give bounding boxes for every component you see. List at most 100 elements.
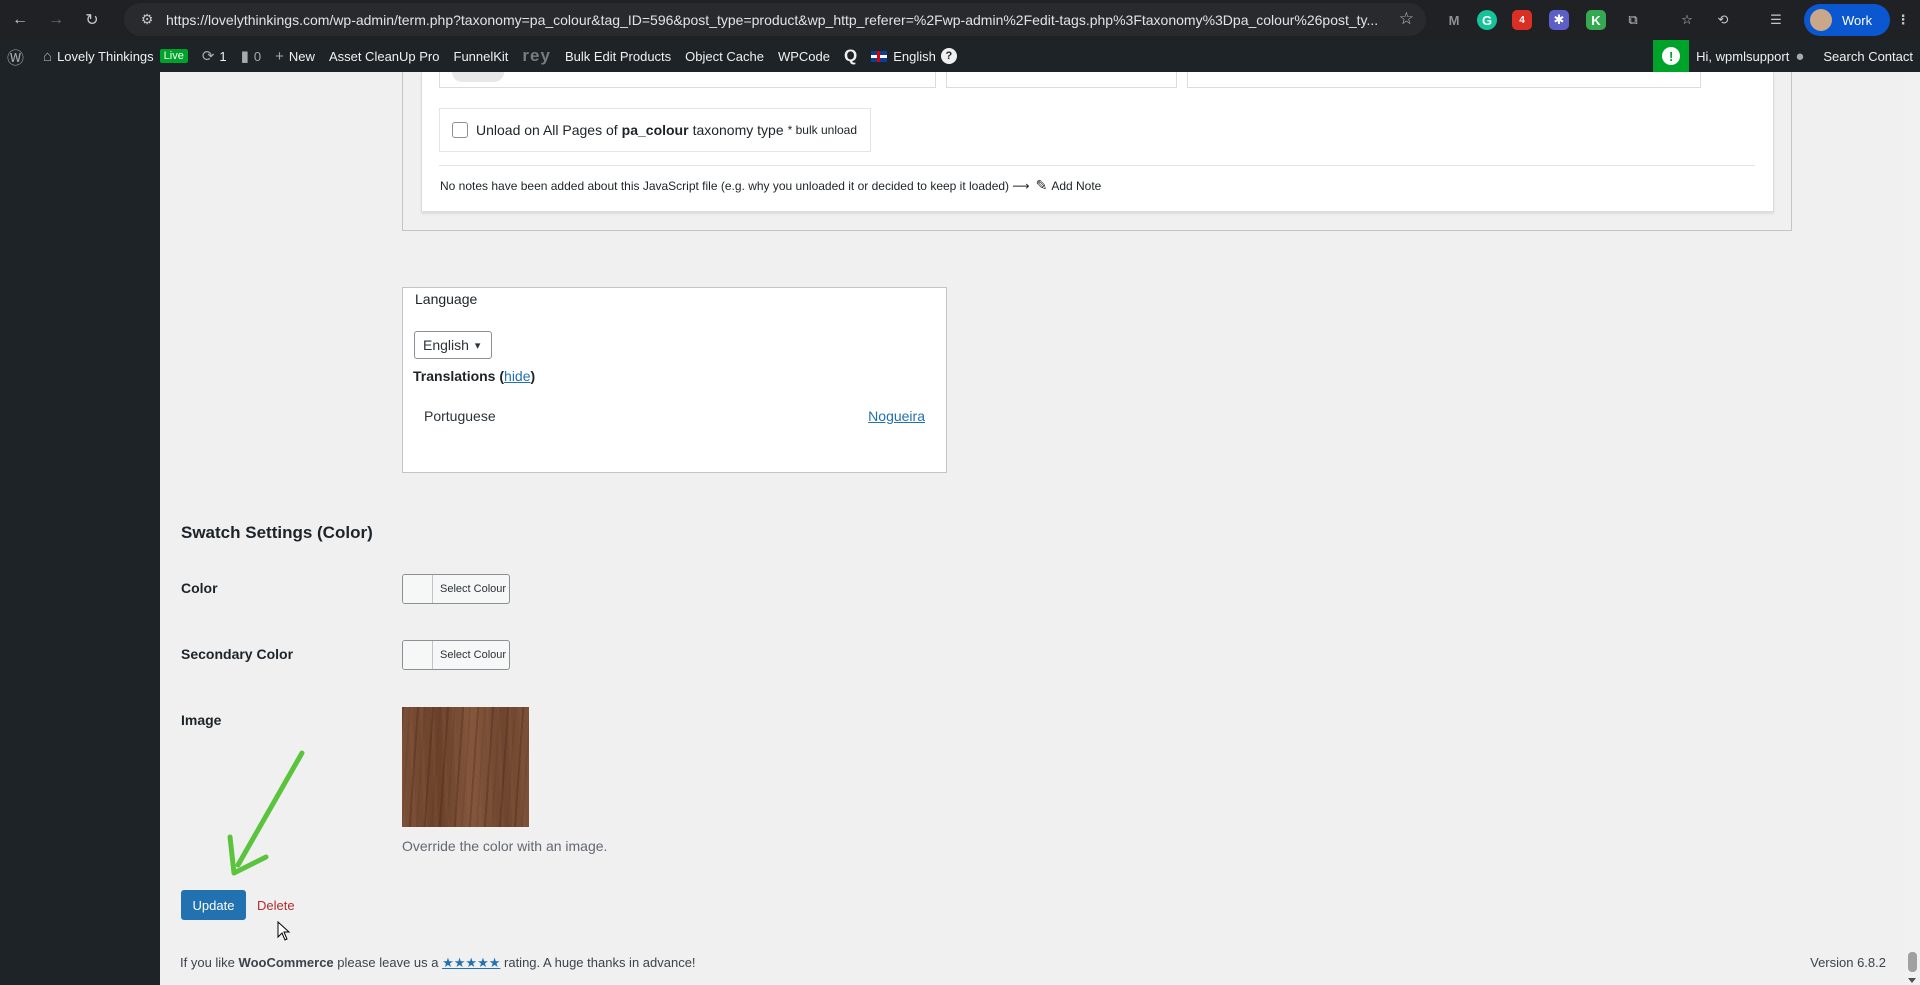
account-menu[interactable]: Hi, wpmlsupport ● bbox=[1689, 40, 1816, 72]
update-button[interactable]: Update bbox=[181, 890, 246, 920]
extensions-puzzle-icon[interactable]: ⧉ bbox=[1620, 7, 1646, 33]
bulk-unload-suffix: taxonomy type bbox=[692, 122, 784, 138]
extension-gear-icon[interactable]: ✱ bbox=[1549, 10, 1569, 30]
swatch-image-wood[interactable] bbox=[402, 707, 529, 827]
profile-chip[interactable]: Work bbox=[1804, 4, 1890, 36]
site-name-menu[interactable]: ⌂ Lovely Thinkings Live bbox=[36, 40, 195, 72]
grammarly-icon[interactable]: G bbox=[1477, 10, 1497, 30]
scroll-down-arrow-icon[interactable] bbox=[1908, 978, 1916, 983]
scrollbar-thumb[interactable] bbox=[1908, 952, 1917, 972]
annotation-arrow bbox=[227, 750, 305, 876]
asset-notes: No notes have been added about this Java… bbox=[440, 177, 1101, 194]
color-swatch-preview bbox=[403, 575, 433, 603]
select-colour-label: Select Colour bbox=[440, 649, 507, 661]
image-help-text: Override the color with an image. bbox=[402, 838, 608, 854]
extension-k-icon[interactable]: K bbox=[1586, 10, 1606, 30]
footer-prefix: If you like bbox=[180, 955, 235, 970]
mouse-cursor-icon bbox=[277, 921, 291, 941]
comments-count: 0 bbox=[253, 48, 262, 64]
uk-flag-icon bbox=[871, 50, 888, 62]
delete-link[interactable]: Delete bbox=[257, 898, 295, 913]
updates-icon: ⟳ bbox=[201, 48, 215, 65]
select-colour-label: Select Colour bbox=[440, 583, 507, 595]
new-content-menu[interactable]: + New bbox=[268, 40, 322, 72]
edit-note-icon[interactable]: ✎ bbox=[1036, 177, 1048, 194]
chevron-down-icon: ▾ bbox=[474, 339, 481, 352]
translations-text: Translations bbox=[413, 368, 496, 384]
rey-menu[interactable]: rey bbox=[515, 40, 558, 72]
color-label: Color bbox=[181, 580, 218, 596]
wp-version: Version 6.8.2 bbox=[1810, 955, 1886, 970]
avatar bbox=[1810, 9, 1832, 31]
extension-m-icon[interactable]: M bbox=[1441, 7, 1467, 33]
plus-icon: + bbox=[275, 47, 284, 65]
language-switcher[interactable]: English ? bbox=[864, 40, 964, 72]
hide-translations-link[interactable]: hide bbox=[504, 368, 530, 384]
footer-suffix: rating. A huge thanks in advance! bbox=[504, 955, 696, 970]
comments-menu[interactable]: ▮ 0 bbox=[234, 40, 269, 72]
reading-list-icon[interactable]: ☰ bbox=[1763, 7, 1789, 33]
browser-menu-icon[interactable]: ⋮ bbox=[1890, 7, 1916, 33]
asset-option-cell bbox=[1187, 72, 1701, 88]
bulk-unload-checkbox[interactable] bbox=[452, 122, 468, 138]
rating-stars-link[interactable]: ★★★★★ bbox=[442, 955, 500, 970]
wordpress-logo-icon[interactable]: Ⓦ bbox=[0, 40, 36, 72]
query-monitor-icon[interactable]: Q bbox=[837, 40, 864, 72]
image-label: Image bbox=[181, 712, 222, 728]
bookmarks-icon[interactable]: ☆ bbox=[1674, 7, 1700, 33]
color-picker-button[interactable]: Select Colour bbox=[402, 574, 510, 604]
greeting: Hi, wpmlsupport bbox=[1696, 48, 1790, 64]
add-note-link[interactable]: Add Note bbox=[1051, 179, 1101, 193]
updates-menu[interactable]: ⟳ 1 bbox=[195, 40, 234, 72]
object-cache-menu[interactable]: Object Cache bbox=[678, 40, 771, 72]
language-metabox: Language English ▾ Translations (hide) P… bbox=[402, 287, 947, 473]
help-icon: ? bbox=[940, 48, 957, 64]
extension-badge: 4 bbox=[1519, 14, 1525, 26]
user-icon: ● bbox=[1795, 47, 1805, 65]
wpcode-menu[interactable]: WPCode bbox=[771, 40, 837, 72]
admin-sidebar bbox=[0, 72, 160, 985]
footer-middle: please leave us a bbox=[337, 955, 439, 970]
updates-count: 1 bbox=[219, 48, 227, 64]
profile-label: Work bbox=[1842, 12, 1873, 28]
language-select-value: English bbox=[423, 337, 469, 353]
footer-brand: WooCommerce bbox=[238, 955, 334, 970]
language-label: English bbox=[893, 48, 936, 64]
bulk-edit-products-menu[interactable]: Bulk Edit Products bbox=[558, 40, 678, 72]
address-url[interactable]: https://lovelythinkings.com/wp-admin/ter… bbox=[166, 12, 1386, 28]
load-toggle[interactable] bbox=[452, 72, 504, 82]
divider bbox=[439, 165, 1755, 166]
color-swatch-preview bbox=[403, 641, 433, 669]
reload-icon[interactable]: ↻ bbox=[76, 4, 108, 36]
asset-option-cell bbox=[946, 72, 1177, 88]
bulk-unload-note: * bulk unload bbox=[787, 123, 858, 137]
translations-label: Translations (hide) bbox=[413, 368, 536, 384]
bookmark-star-icon[interactable]: ☆ bbox=[1399, 9, 1414, 29]
secondary-color-label: Secondary Color bbox=[181, 646, 294, 662]
forward-arrow-icon[interactable]: → bbox=[40, 4, 72, 36]
language-select[interactable]: English ▾ bbox=[414, 331, 492, 359]
home-icon: ⌂ bbox=[43, 47, 53, 65]
bulk-unload-prefix: Unload on All Pages of bbox=[476, 122, 618, 138]
extension-red-icon[interactable]: 4 bbox=[1512, 10, 1532, 30]
browser-toolbar: ← → ↻ ⚙ https://lovelythinkings.com/wp-a… bbox=[0, 0, 1920, 40]
translation-language: Portuguese bbox=[424, 408, 496, 424]
bulk-unload-option[interactable]: Unload on All Pages of pa_colour taxonom… bbox=[439, 108, 871, 152]
asset-cleanup-menu[interactable]: Asset CleanUp Pro bbox=[322, 40, 447, 72]
warning-icon[interactable]: ! bbox=[1653, 40, 1690, 72]
back-arrow-icon[interactable]: ← bbox=[4, 4, 36, 36]
secondary-color-picker-button[interactable]: Select Colour bbox=[402, 640, 510, 670]
notes-text: No notes have been added about this Java… bbox=[440, 178, 1030, 193]
address-bar[interactable]: ⚙ https://lovelythinkings.com/wp-admin/t… bbox=[124, 3, 1426, 36]
history-icon[interactable]: ⟲ bbox=[1710, 7, 1736, 33]
translation-term-link[interactable]: Nogueira bbox=[868, 408, 925, 424]
funnelkit-menu[interactable]: FunnelKit bbox=[447, 40, 516, 72]
site-name: Lovely Thinkings bbox=[57, 48, 154, 64]
page-scrollbar[interactable] bbox=[1905, 72, 1920, 985]
wp-admin-bar: Ⓦ ⌂ Lovely Thinkings Live ⟳ 1 ▮ 0 + New … bbox=[0, 40, 1920, 72]
comment-icon: ▮ bbox=[240, 48, 249, 65]
site-settings-icon[interactable]: ⚙ bbox=[130, 6, 164, 34]
language-title: Language bbox=[415, 291, 478, 307]
search-contact-menu[interactable]: Search Contact bbox=[1816, 40, 1920, 72]
footer-rating-text: If you like WooCommerce please leave us … bbox=[180, 955, 696, 971]
